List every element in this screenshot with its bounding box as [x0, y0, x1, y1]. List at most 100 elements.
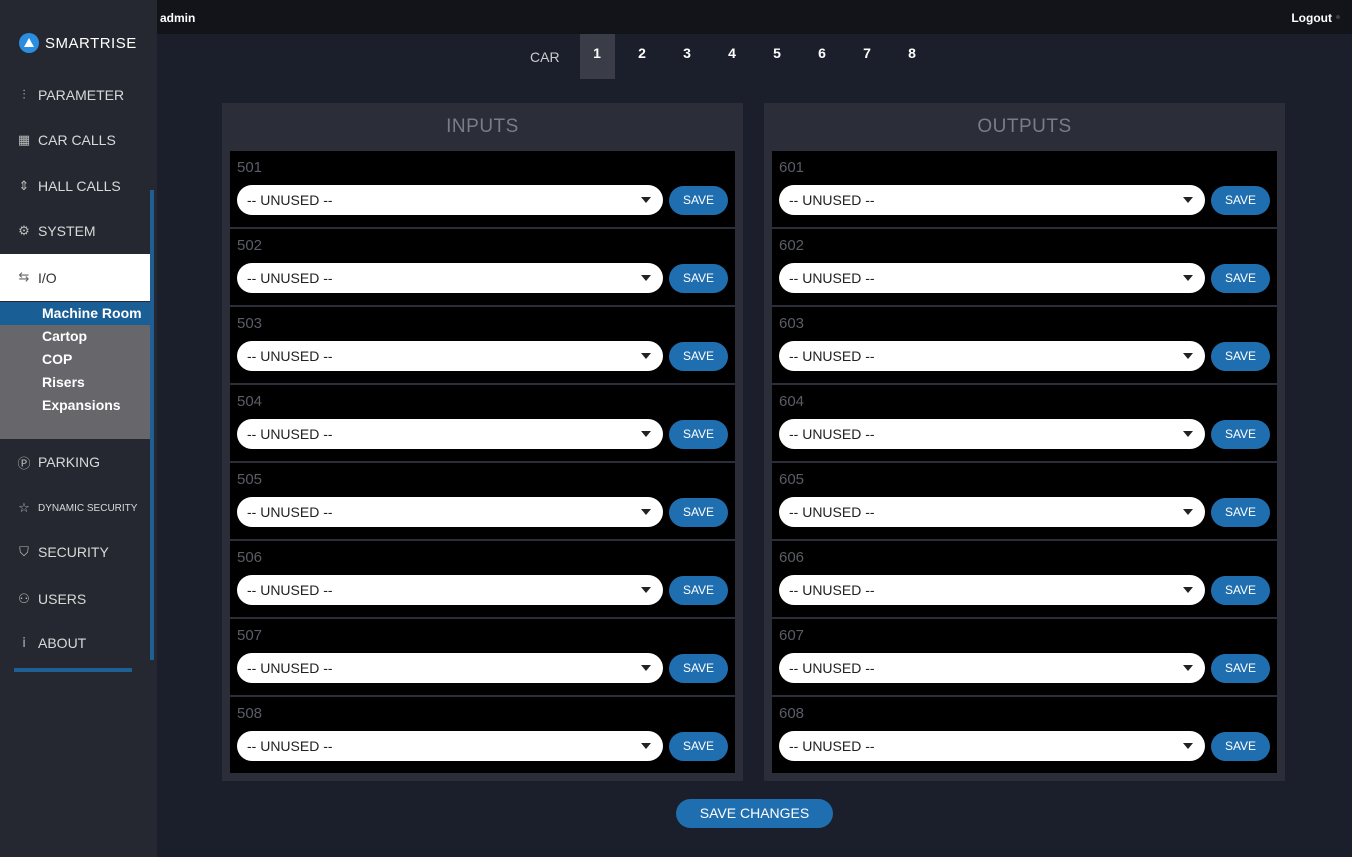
keypad-icon: ▦ — [17, 132, 31, 148]
io-function-select[interactable]: -- UNUSED -- — [779, 497, 1205, 527]
sidebar-item-users[interactable]: ⚇ USERS — [0, 581, 150, 617]
select-value: -- UNUSED -- — [247, 192, 333, 208]
save-button[interactable]: SAVE — [1211, 576, 1270, 605]
inputs-list: 501 -- UNUSED -- SAVE 502 -- UNUSED -- SAVE 50… — [222, 151, 743, 773]
sidebar-item-security[interactable]: ⛉ SECURITY — [0, 534, 150, 570]
io-number: 603 — [779, 315, 805, 332]
io-number: 605 — [779, 471, 805, 488]
save-button[interactable]: SAVE — [1211, 498, 1270, 527]
sidebar-item-label: PARAMETER — [38, 87, 125, 103]
io-function-select[interactable]: -- UNUSED -- — [237, 185, 663, 215]
select-value: -- UNUSED -- — [247, 660, 333, 676]
dropdown-arrow-icon — [641, 665, 651, 671]
io-function-select[interactable]: -- UNUSED -- — [779, 341, 1205, 371]
io-function-select[interactable]: -- UNUSED -- — [779, 731, 1205, 761]
sidebar-horizontal-scrollbar[interactable] — [14, 668, 132, 672]
tab-car-3[interactable]: 3 — [670, 34, 705, 79]
dropdown-arrow-icon — [1183, 431, 1193, 437]
sidebar-vertical-scrollbar[interactable] — [150, 190, 154, 660]
username-label: admin — [160, 11, 196, 25]
io-function-select[interactable]: -- UNUSED -- — [237, 341, 663, 371]
save-button[interactable]: SAVE — [669, 498, 728, 527]
tab-car-1[interactable]: 1 — [579, 34, 615, 79]
save-button[interactable]: SAVE — [669, 420, 728, 449]
submenu-item-expansions[interactable]: Expansions — [0, 394, 150, 417]
tab-car-4[interactable]: 4 — [715, 34, 750, 79]
sidebar-item-hall-calls[interactable]: ⇕ HALL CALLS — [0, 168, 150, 204]
io-number: 608 — [779, 705, 805, 722]
dropdown-arrow-icon — [1183, 509, 1193, 515]
sidebar-item-parameter[interactable]: ⫶ PARAMETER — [0, 77, 150, 113]
io-row: 506 -- UNUSED -- SAVE — [230, 541, 735, 617]
dropdown-arrow-icon — [641, 431, 651, 437]
car-label: CAR — [530, 48, 560, 65]
sidebar-item-about[interactable]: i ABOUT — [0, 625, 150, 661]
tab-car-8[interactable]: 8 — [895, 34, 930, 79]
shield-icon: ⛉ — [19, 544, 29, 560]
submenu-item-cartop[interactable]: Cartop — [0, 325, 150, 348]
car-tabs: CAR 1 2 3 4 5 6 7 8 — [530, 34, 940, 79]
sidebar-item-dynamic-security[interactable]: ☆ DYNAMIC SECURITY — [0, 490, 150, 526]
save-button[interactable]: SAVE — [669, 576, 728, 605]
up-down-chevron-icon: ⇕ — [18, 178, 30, 194]
io-function-select[interactable]: -- UNUSED -- — [779, 263, 1205, 293]
save-button[interactable]: SAVE — [1211, 342, 1270, 371]
submenu-item-risers[interactable]: Risers — [0, 371, 150, 394]
submenu-item-machine-room[interactable]: Machine Room — [0, 302, 150, 325]
save-button[interactable]: SAVE — [1211, 654, 1270, 683]
sidebar: SMARTRISE ⫶ PARAMETER ▦ CAR CALLS ⇕ HALL… — [0, 0, 157, 857]
io-row: 608 -- UNUSED -- SAVE — [772, 697, 1277, 773]
io-number: 601 — [779, 159, 805, 176]
submenu-item-cop[interactable]: COP — [0, 348, 150, 371]
sidebar-item-car-calls[interactable]: ▦ CAR CALLS — [0, 122, 150, 158]
dropdown-arrow-icon — [1183, 587, 1193, 593]
io-row: 603 -- UNUSED -- SAVE — [772, 307, 1277, 383]
save-button[interactable]: SAVE — [1211, 420, 1270, 449]
io-function-select[interactable]: -- UNUSED -- — [237, 419, 663, 449]
sidebar-item-label: I/O — [38, 269, 57, 286]
save-button[interactable]: SAVE — [1211, 264, 1270, 293]
tab-car-5[interactable]: 5 — [760, 34, 795, 79]
info-icon: i — [22, 635, 26, 651]
io-function-select[interactable]: -- UNUSED -- — [237, 497, 663, 527]
tab-car-7[interactable]: 7 — [850, 34, 885, 79]
io-function-select[interactable]: -- UNUSED -- — [779, 185, 1205, 215]
save-button[interactable]: SAVE — [669, 186, 728, 215]
sidebar-item-parking[interactable]: Ⓟ PARKING — [0, 444, 150, 480]
select-value: -- UNUSED -- — [789, 348, 875, 364]
io-function-select[interactable]: -- UNUSED -- — [237, 263, 663, 293]
sidebar-item-label: CAR CALLS — [38, 132, 116, 148]
swap-arrows-icon: ⇆ — [18, 270, 30, 285]
select-value: -- UNUSED -- — [789, 504, 875, 520]
io-function-select[interactable]: -- UNUSED -- — [779, 575, 1205, 605]
io-row: 501 -- UNUSED -- SAVE — [230, 151, 735, 227]
tab-car-2[interactable]: 2 — [625, 34, 660, 79]
save-changes-button[interactable]: SAVE CHANGES — [676, 799, 833, 828]
inputs-panel: INPUTS 501 -- UNUSED -- SAVE 502 -- UNUSED -… — [222, 103, 743, 781]
dropdown-arrow-icon — [641, 587, 651, 593]
io-function-select[interactable]: -- UNUSED -- — [779, 419, 1205, 449]
io-row: 605 -- UNUSED -- SAVE — [772, 463, 1277, 539]
io-function-select[interactable]: -- UNUSED -- — [237, 575, 663, 605]
tab-car-6[interactable]: 6 — [805, 34, 840, 79]
save-button[interactable]: SAVE — [1211, 186, 1270, 215]
dropdown-arrow-icon — [641, 509, 651, 515]
sidebar-item-label: SYSTEM — [38, 223, 96, 239]
io-function-select[interactable]: -- UNUSED -- — [237, 653, 663, 683]
io-number: 501 — [237, 159, 263, 176]
save-button[interactable]: SAVE — [669, 264, 728, 293]
logo[interactable]: SMARTRISE — [19, 32, 137, 54]
save-button[interactable]: SAVE — [669, 732, 728, 761]
logout-button[interactable]: Logout — [1291, 11, 1332, 25]
select-value: -- UNUSED -- — [247, 348, 333, 364]
save-button[interactable]: SAVE — [669, 342, 728, 371]
sidebar-item-system[interactable]: ⚙ SYSTEM — [0, 213, 150, 249]
save-button[interactable]: SAVE — [1211, 732, 1270, 761]
smartrise-logo-icon — [19, 33, 39, 53]
io-function-select[interactable]: -- UNUSED -- — [779, 653, 1205, 683]
app-root: admin Logout SMARTRISE ⫶ PARAMETER ▦ CAR… — [0, 0, 1352, 857]
io-function-select[interactable]: -- UNUSED -- — [237, 731, 663, 761]
dropdown-arrow-icon — [1183, 743, 1193, 749]
sidebar-item-io[interactable]: ⇆ I/O — [0, 254, 150, 301]
save-button[interactable]: SAVE — [669, 654, 728, 683]
